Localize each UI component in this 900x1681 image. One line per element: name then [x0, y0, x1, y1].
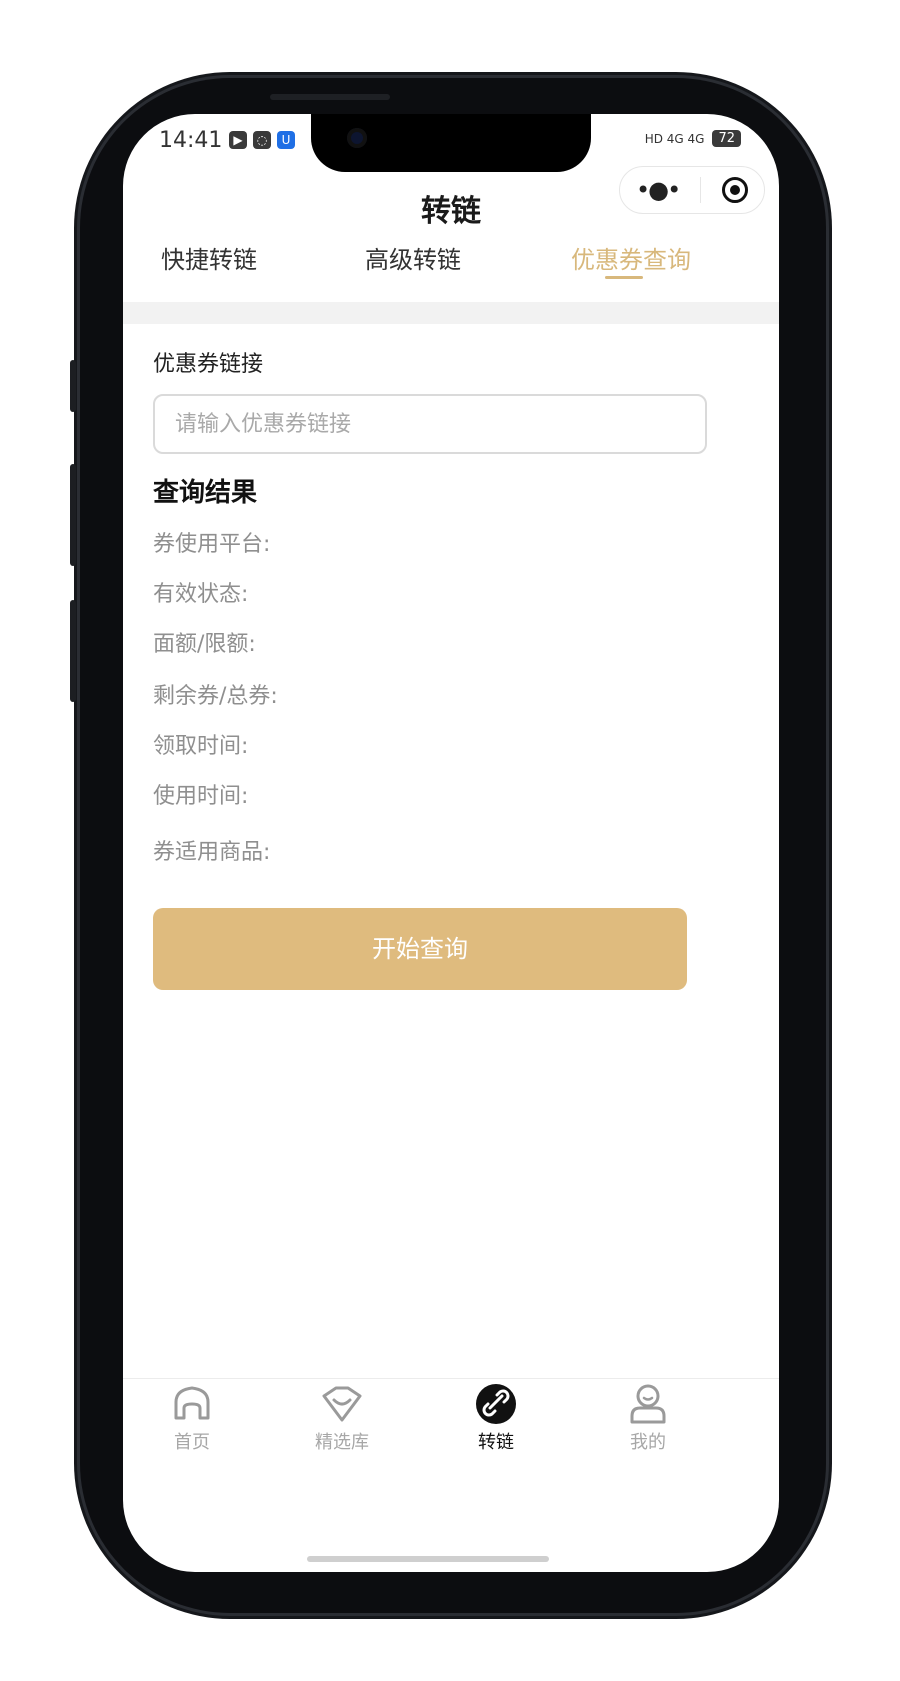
bottom-nav-divider [123, 1378, 779, 1379]
bottom-tab-featured[interactable]: 精选库 [287, 1382, 397, 1454]
record-target-icon[interactable] [721, 177, 748, 203]
tab-bar: 快捷转链 高级转链 优惠券查询 [123, 240, 779, 296]
link-icon [474, 1382, 518, 1426]
bottom-tab-label: 我的 [630, 1432, 666, 1453]
status-time: 14:41 [159, 128, 223, 153]
result-receive-time: 领取时间: [153, 734, 249, 759]
active-tab-indicator [605, 276, 643, 279]
start-query-button[interactable]: 开始查询 [153, 908, 687, 990]
phone-screen: 14:41 ▶ ◌ U HD 4G 4G 72 转链 •●• 快捷转链 高级转链… [123, 114, 779, 1572]
result-remaining: 剩余券/总券: [153, 684, 278, 709]
play-icon: ▶ [229, 131, 247, 149]
status-right: HD 4G 4G 72 [645, 130, 741, 147]
bottom-tab-label: 精选库 [315, 1432, 369, 1453]
coupon-link-label: 优惠券链接 [153, 352, 264, 377]
miniapp-capsule: •●• [619, 166, 765, 214]
capsule-divider [700, 177, 702, 203]
speaker-grill [270, 94, 390, 100]
sync-icon: ◌ [253, 131, 271, 149]
bottom-tab-label: 转链 [478, 1432, 514, 1453]
bottom-tab-home[interactable]: 首页 [137, 1382, 247, 1454]
tab-coupon-query[interactable]: 优惠券查询 [571, 240, 691, 275]
coupon-link-input[interactable] [153, 394, 707, 454]
network-status: HD 4G 4G [644, 131, 705, 146]
result-platform: 券使用平台: [153, 532, 271, 557]
section-divider [123, 302, 779, 324]
tab-quick-convert[interactable]: 快捷转链 [161, 240, 257, 275]
result-title: 查询结果 [153, 478, 258, 508]
camera-icon [347, 128, 367, 148]
home-indicator[interactable] [307, 1556, 549, 1562]
phone-side-button [70, 360, 76, 412]
gem-icon [320, 1382, 364, 1426]
status-icons: ▶ ◌ U [229, 131, 295, 149]
tab-advanced-convert[interactable]: 高级转链 [365, 240, 461, 275]
home-icon [170, 1382, 214, 1426]
app-icon: U [277, 131, 295, 149]
bottom-tab-mine[interactable]: 我的 [593, 1382, 703, 1454]
bottom-tab-convert[interactable]: 转链 [441, 1382, 551, 1454]
result-use-time: 使用时间: [153, 784, 249, 809]
phone-side-button [70, 600, 76, 702]
bottom-tab-label: 首页 [174, 1432, 210, 1453]
more-dots-icon[interactable]: •●• [636, 176, 681, 204]
user-icon [626, 1382, 670, 1426]
result-applicable-goods: 券适用商品: [153, 840, 271, 865]
result-amount: 面额/限额: [153, 632, 256, 657]
phone-side-button [70, 464, 76, 566]
result-status: 有效状态: [153, 582, 249, 607]
battery-level: 72 [712, 130, 741, 147]
notch [311, 114, 591, 172]
